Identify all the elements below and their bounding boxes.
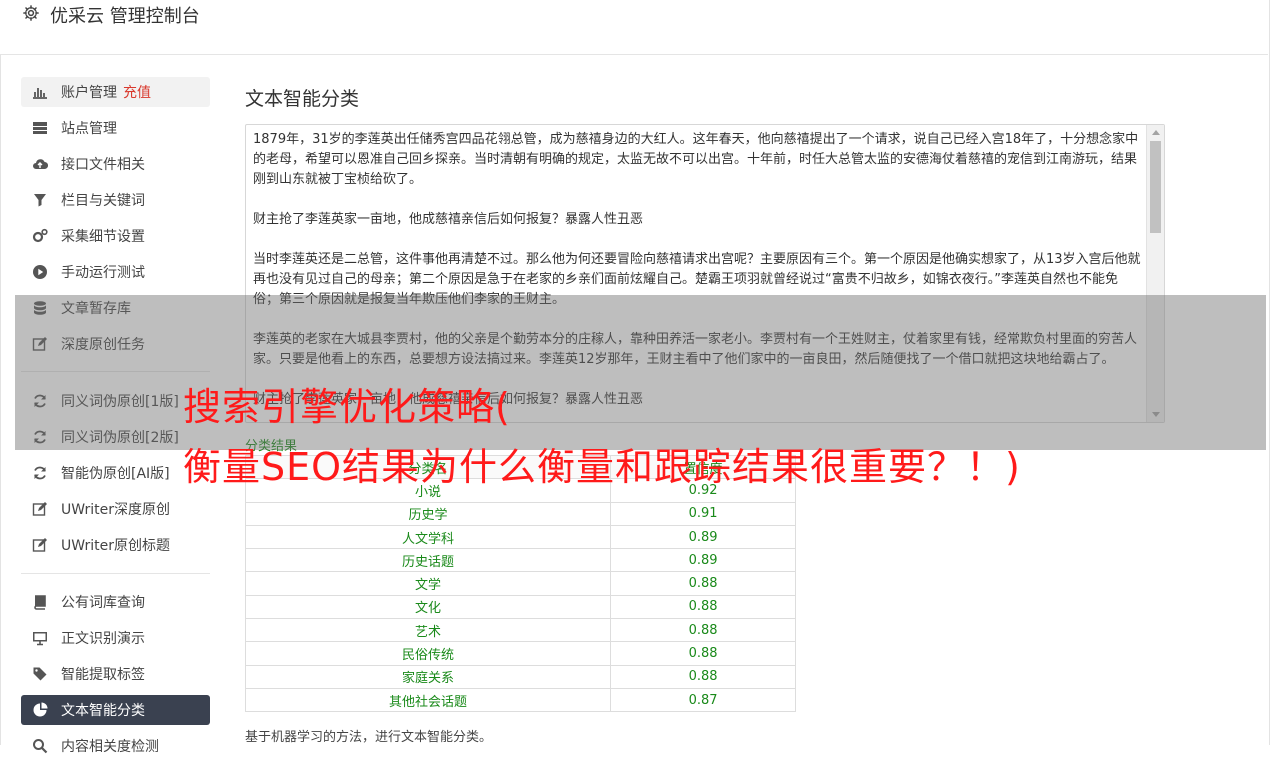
- score-cell: 0.88: [610, 571, 796, 596]
- headline-line-1: 搜索引擎优化策略(: [183, 385, 511, 429]
- bar-chart-icon: [32, 84, 48, 100]
- sidebar-item-smart-tags[interactable]: 智能提取标签: [21, 659, 210, 689]
- score-cell: 0.88: [610, 594, 796, 620]
- sidebar-item-uwriter-deep[interactable]: UWriter深度原创: [21, 494, 210, 524]
- pie-chart-icon: [32, 702, 48, 718]
- score-cell: 0.88: [610, 664, 796, 689]
- sidebar-item-label: UWriter深度原创: [61, 502, 170, 518]
- score-cell: 0.89: [610, 524, 796, 550]
- tag-icon: [32, 666, 48, 682]
- sidebar-item-label: UWriter原创标题: [61, 538, 170, 554]
- sidebar-item-label: 文本智能分类: [61, 703, 145, 719]
- edit-icon: [32, 501, 48, 517]
- table-row: 其他社会话题 0.87: [244, 687, 796, 713]
- refresh-icon: [32, 465, 48, 481]
- sidebar-item-sites[interactable]: 站点管理: [21, 113, 210, 143]
- footnote: 基于机器学习的方法，进行文本智能分类。: [245, 730, 493, 745]
- table-row: 人文学科 0.89: [244, 524, 796, 550]
- headline-line-2: 衡量SEO结果为什么衡量和跟踪结果很重要？！): [183, 445, 1021, 489]
- sidebar-item-collect-settings[interactable]: 采集细节设置: [21, 221, 210, 251]
- score-cell: 0.87: [610, 687, 796, 713]
- category-cell: 家庭关系: [244, 664, 612, 689]
- results-table: 分类名 置信度 小说 0.92 历史学 0.91 人文学科 0.89 历史话题 0.89…: [244, 454, 796, 713]
- category-cell: 文学: [244, 571, 612, 596]
- score-cell: 0.88: [610, 641, 796, 666]
- sidebar-item-uwriter-title[interactable]: UWriter原创标题: [21, 530, 210, 560]
- sidebar-item-label: 正文识别演示: [61, 631, 145, 647]
- text-paragraph: 1879年，31岁的李莲英出任储秀宫四品花翎总管，成为慈禧身边的大红人。这年春天…: [253, 132, 1139, 187]
- table-row: 历史学 0.91: [244, 501, 796, 526]
- scrollbar-thumb[interactable]: [1150, 141, 1161, 233]
- table-row: 文学 0.88: [244, 571, 796, 596]
- sidebar-item-label: 公有词库查询: [61, 595, 145, 611]
- category-cell: 人文学科: [244, 524, 612, 550]
- page-title: 文本智能分类: [245, 88, 360, 110]
- app-title: 优采云 管理控制台: [50, 6, 200, 27]
- category-cell: 历史学: [244, 501, 612, 526]
- sidebar-item-relevance-check[interactable]: 内容相关度检测: [21, 731, 210, 761]
- sidebar-item-label: 栏目与关键词: [61, 193, 145, 209]
- sidebar-item-label: 内容相关度检测: [61, 739, 159, 755]
- sidebar-item-public-lexicon[interactable]: 公有词库查询: [21, 587, 210, 617]
- sidebar-item-label: 接口文件相关: [61, 157, 145, 173]
- table-row: 文化 0.88: [244, 594, 796, 620]
- table-row: 家庭关系 0.88: [244, 664, 796, 689]
- score-cell: 0.88: [610, 618, 796, 643]
- search-icon: [32, 738, 48, 754]
- sidebar-item-manual-run[interactable]: 手动运行测试: [21, 257, 210, 287]
- category-cell: 民俗传统: [244, 641, 612, 666]
- monitor-icon: [32, 630, 48, 646]
- sidebar-item-text-classification[interactable]: 文本智能分类: [21, 695, 210, 725]
- score-cell: 0.89: [610, 548, 796, 573]
- book-icon: [32, 594, 48, 610]
- sidebar-item-label: 智能伪原创[AI版]: [61, 466, 170, 482]
- sidebar-divider: [21, 573, 210, 574]
- table-row: 艺术 0.88: [244, 618, 796, 643]
- sidebar-item-label: 采集细节设置: [61, 229, 145, 245]
- sidebar-item-label: 账户管理: [61, 85, 117, 101]
- sidebar-item-label: 站点管理: [61, 121, 117, 137]
- recharge-link[interactable]: 充值: [123, 82, 151, 102]
- category-cell: 艺术: [244, 618, 612, 643]
- sidebar-item-ai-rewrite[interactable]: 智能伪原创[AI版]: [21, 458, 210, 488]
- scroll-up-icon[interactable]: [1152, 130, 1160, 135]
- sidebar-item-text-recognition[interactable]: 正文识别演示: [21, 623, 210, 653]
- sidebar-item-account[interactable]: 账户管理 充值: [21, 77, 210, 107]
- sidebar-item-label: 智能提取标签: [61, 667, 145, 683]
- play-circle-icon: [32, 264, 48, 280]
- cloud-upload-icon: [32, 156, 48, 172]
- top-bar: 优采云 管理控制台: [0, 0, 1268, 55]
- category-cell: 历史话题: [244, 548, 612, 573]
- table-row: 民俗传统 0.88: [244, 641, 796, 666]
- category-cell: 其他社会话题: [244, 687, 612, 713]
- filter-icon: [32, 192, 48, 208]
- gears-icon: [32, 228, 48, 244]
- server-icon: [32, 120, 48, 136]
- gear-icon[interactable]: [22, 4, 40, 22]
- score-cell: 0.91: [610, 501, 796, 526]
- table-row: 历史话题 0.89: [244, 548, 796, 573]
- category-cell: 文化: [244, 594, 612, 620]
- sidebar-item-columns-keywords[interactable]: 栏目与关键词: [21, 185, 210, 215]
- edit-icon: [32, 537, 48, 553]
- sidebar-item-label: 手动运行测试: [61, 265, 145, 281]
- text-paragraph: 财主抢了李莲英家一亩地，他成慈禧亲信后如何报复？暴露人性丑恶: [253, 212, 644, 227]
- sidebar-item-interface-files[interactable]: 接口文件相关: [21, 149, 210, 179]
